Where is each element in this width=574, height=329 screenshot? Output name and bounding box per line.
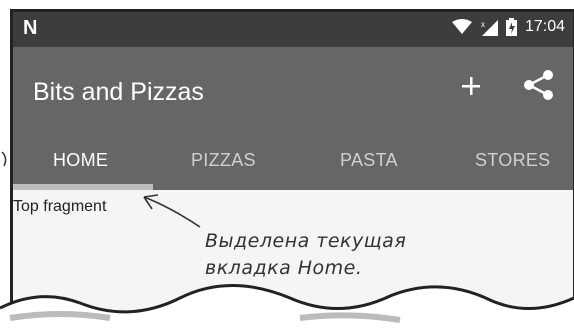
status-time: 17:04	[524, 18, 565, 35]
share-icon[interactable]	[523, 69, 555, 101]
torn-edge-wave	[0, 284, 574, 329]
top-fragment-text: Top fragment	[13, 198, 107, 215]
tab-pizzas[interactable]: PIZZAS	[191, 150, 256, 171]
status-indicators: x 17:04	[451, 18, 565, 36]
annotation-arrow	[143, 194, 201, 228]
tab-pasta[interactable]: PASTA	[340, 150, 398, 171]
cell-signal-icon: x	[480, 18, 498, 36]
wifi-icon	[451, 19, 472, 35]
battery-icon	[505, 18, 517, 36]
svg-text:x: x	[481, 20, 485, 29]
tab-home[interactable]: HOME	[53, 150, 108, 171]
tab-bar: HOME PIZZAS PASTA STORES	[13, 142, 573, 190]
screenshot-stage: N x 17:04 Bits and Pizzas HOME PIZZAS PA…	[0, 0, 574, 329]
annotation-line-1: Выделена текущая	[205, 230, 407, 252]
status-bar: N x 17:04	[13, 12, 573, 47]
tab-stores[interactable]: STORES	[475, 150, 551, 171]
notification-icon: N	[23, 17, 38, 39]
app-bar: Bits and Pizzas	[13, 47, 573, 142]
add-icon[interactable]	[458, 73, 484, 99]
app-title: Bits and Pizzas	[33, 78, 204, 106]
